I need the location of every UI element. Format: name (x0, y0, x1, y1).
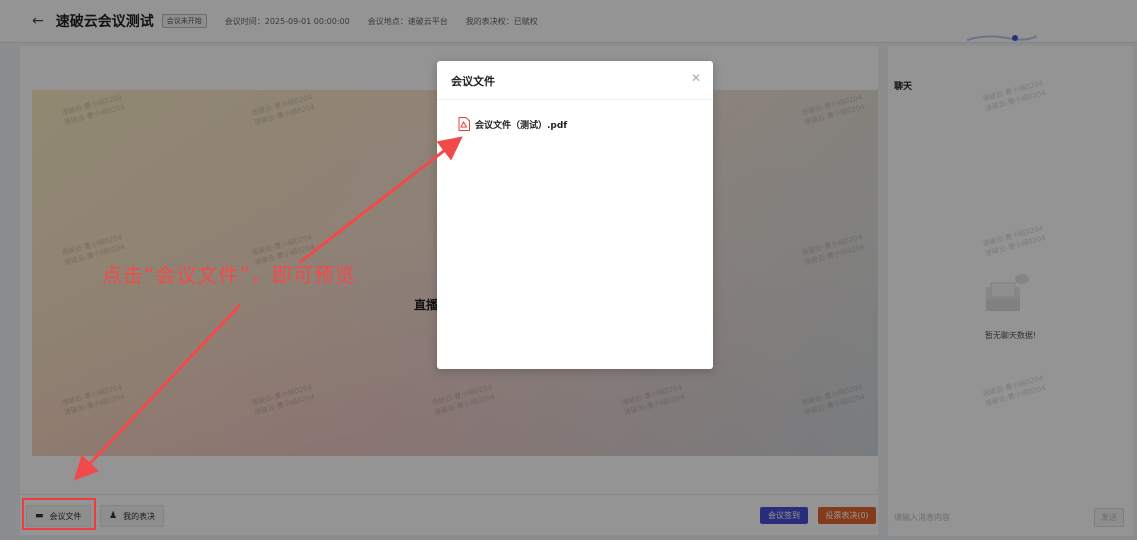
file-name: 会议文件（测试）.pdf (475, 120, 568, 131)
close-icon[interactable]: ✕ (691, 71, 701, 85)
meeting-files-dialog: 会议文件 ✕ 会议文件（测试）.pdf (437, 61, 713, 369)
dialog-title: 会议文件 (451, 75, 495, 88)
annotation-text: 点击“会议文件”，即可预览 (102, 263, 356, 287)
file-item[interactable]: 会议文件（测试）.pdf (458, 117, 567, 131)
annotation-highlight-box (22, 498, 96, 530)
pdf-file-icon (458, 117, 470, 131)
dialog-header: 会议文件 ✕ (437, 61, 713, 100)
